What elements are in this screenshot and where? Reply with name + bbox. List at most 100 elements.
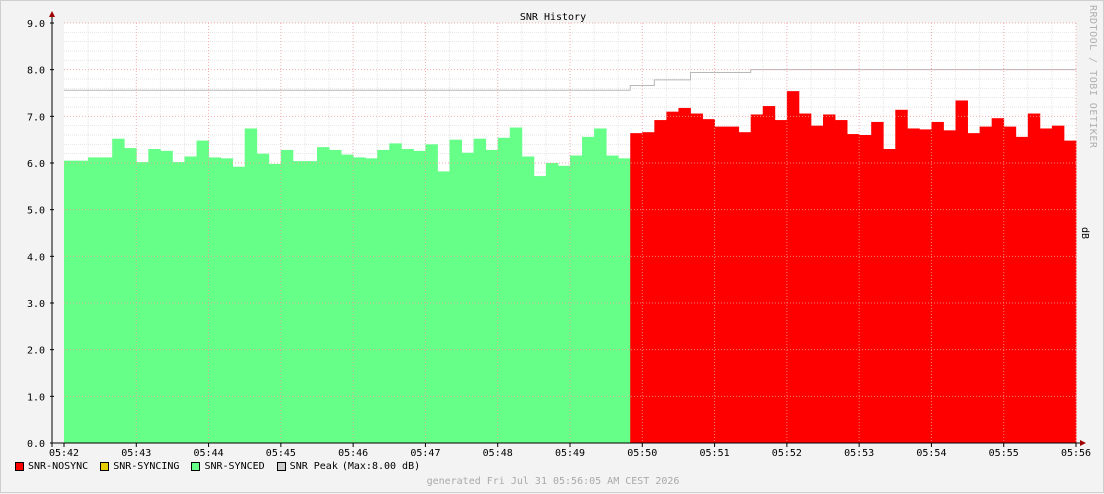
y-tick-label: 5.0: [27, 206, 45, 217]
legend-label-nosync: SNR-NOSYNC: [28, 461, 89, 472]
area-bar-snr-nosync: [666, 111, 679, 444]
area-bar-snr-nosync: [835, 120, 848, 444]
legend-swatch-peak: [276, 462, 286, 471]
y-tick-label: 7.0: [27, 112, 45, 123]
area-bar-snr-synced: [353, 157, 366, 443]
area-bar-snr-synced: [485, 149, 499, 443]
y-tick-label: 2.0: [27, 346, 45, 357]
x-tick-label: 05:47: [410, 448, 440, 459]
area-bar-snr-synced: [196, 140, 209, 443]
area-bar-snr-nosync: [762, 106, 776, 444]
area-bar-snr-synced: [533, 176, 547, 444]
area-bar-snr-nosync: [750, 114, 764, 443]
x-tick-label: 05:53: [844, 448, 874, 459]
area-bar-snr-nosync: [714, 126, 728, 443]
area-bar-snr-synced: [461, 152, 475, 443]
area-bar-snr-synced: [148, 149, 161, 443]
area-bar-snr-synced: [317, 147, 330, 443]
area-bar-snr-synced: [112, 138, 125, 443]
area-bar-snr-nosync: [823, 114, 836, 443]
area-bar-snr-synced: [594, 128, 607, 443]
legend-label-syncing: SNR-SYNCING: [113, 461, 180, 472]
area-bar-snr-synced: [341, 154, 354, 443]
y-axis-unit-label: dB: [1079, 227, 1090, 240]
area-bar-snr-nosync: [690, 113, 703, 444]
area-bar-snr-nosync: [955, 100, 968, 443]
y-tick-label: 3.0: [27, 299, 45, 310]
area-bar-snr-synced: [64, 160, 77, 443]
chart-title: SNR History: [520, 12, 586, 23]
area-bar-snr-synced: [413, 150, 426, 443]
area-bar-snr-nosync: [786, 91, 800, 443]
legend-swatch-syncing: [100, 462, 110, 471]
legend-item-synced: SNR-SYNCED: [191, 461, 265, 472]
area-bar-snr-nosync: [702, 119, 715, 443]
legend-item-nosync: SNR-NOSYNC: [15, 461, 88, 472]
area-bar-snr-nosync: [931, 121, 944, 443]
snr-history-chart: 0.0 1.0 2.0 3.0 4.0 5.0 6.0 7.0 8.0 9.0 05:42 05:43…: [27, 11, 1091, 459]
area-bar-snr-synced: [256, 153, 270, 443]
y-tick-label: 8.0: [27, 66, 45, 77]
area-bar-snr-nosync: [907, 128, 920, 443]
legend-swatch-synced: [191, 462, 201, 471]
y-tick-label: 0.0: [27, 439, 45, 450]
area-bar-snr-synced: [280, 149, 294, 443]
area-bar-snr-synced: [232, 166, 246, 443]
area-bar-snr-synced: [100, 157, 113, 443]
x-tick-label: 05:50: [627, 448, 657, 459]
area-bar-snr-synced: [401, 149, 414, 443]
x-tick-label: 05:49: [555, 448, 585, 459]
area-bar-snr-synced: [425, 144, 438, 444]
x-tick-label: 05:44: [194, 448, 224, 459]
x-tick-label: 05:45: [266, 448, 296, 459]
area-bar-snr-nosync: [810, 125, 824, 444]
area-bar-snr-synced: [124, 148, 137, 444]
legend-label-peak: SNR Peak: [289, 461, 338, 472]
area-bar-snr-nosync: [654, 120, 667, 444]
y-tick-label: 9.0: [27, 19, 45, 30]
area-bar-snr-nosync: [726, 126, 740, 443]
y-tick-label: 1.0: [27, 392, 45, 403]
area-bar-snr-synced: [509, 127, 523, 444]
area-bar-snr-synced: [244, 128, 258, 443]
area-bar-snr-synced: [606, 155, 619, 444]
area-bar-snr-nosync: [895, 109, 908, 444]
area-bar-snr-nosync: [738, 132, 752, 443]
area-bar-snr-synced: [497, 137, 511, 444]
area-bar-snr-nosync: [871, 121, 884, 443]
area-bar-snr-nosync: [1039, 128, 1053, 443]
area-bar-snr-synced: [184, 156, 197, 443]
area-bar-snr-synced: [292, 161, 306, 443]
x-tick-label: 05:46: [338, 448, 368, 459]
legend-item-syncing: SNR-SYNCING: [100, 461, 179, 472]
area-bar-snr-nosync: [1051, 125, 1065, 444]
y-tick-label: 6.0: [27, 159, 45, 170]
area-bar-snr-synced: [268, 163, 282, 443]
area-bar-snr-synced: [208, 157, 222, 443]
x-tick-label: 05:43: [121, 448, 151, 459]
area-bar-snr-nosync: [979, 126, 993, 443]
x-tick-label: 05:48: [483, 448, 513, 459]
x-tick-label: 05:56: [1061, 448, 1091, 459]
area-bar-snr-synced: [304, 161, 318, 443]
area-bar-snr-nosync: [774, 120, 788, 444]
legend-swatch-nosync: [15, 462, 24, 471]
generated-timestamp: generated Fri Jul 31 05:56:05 AM CEST 20…: [426, 476, 680, 487]
area-bar-snr-synced: [437, 171, 450, 443]
legend-item-peak: SNR Peak (Max:8.00 dB): [276, 461, 420, 472]
area-bar-snr-synced: [557, 165, 571, 444]
area-bar-snr-synced: [618, 158, 631, 444]
area-bar-snr-synced: [389, 143, 402, 443]
area-bar-snr-nosync: [991, 118, 1005, 443]
watermark-text: RRDTOOL / TOBI OETIKER: [1087, 5, 1098, 149]
area-bar-snr-synced: [570, 155, 583, 444]
rrd-graph: 0.0 1.0 2.0 3.0 4.0 5.0 6.0 7.0 8.0 9.0 05:42 05:43…: [0, 0, 1104, 493]
area-bar-snr-nosync: [883, 149, 896, 443]
area-bar-snr-nosync: [1015, 136, 1029, 443]
area-bar-snr-synced: [88, 157, 101, 443]
area-bar-snr-synced: [329, 149, 342, 443]
area-bar-snr-synced: [160, 150, 173, 443]
x-tick-label: 05:51: [700, 448, 730, 459]
area-bar-snr-nosync: [1027, 113, 1041, 444]
area-bar-snr-synced: [473, 138, 487, 443]
